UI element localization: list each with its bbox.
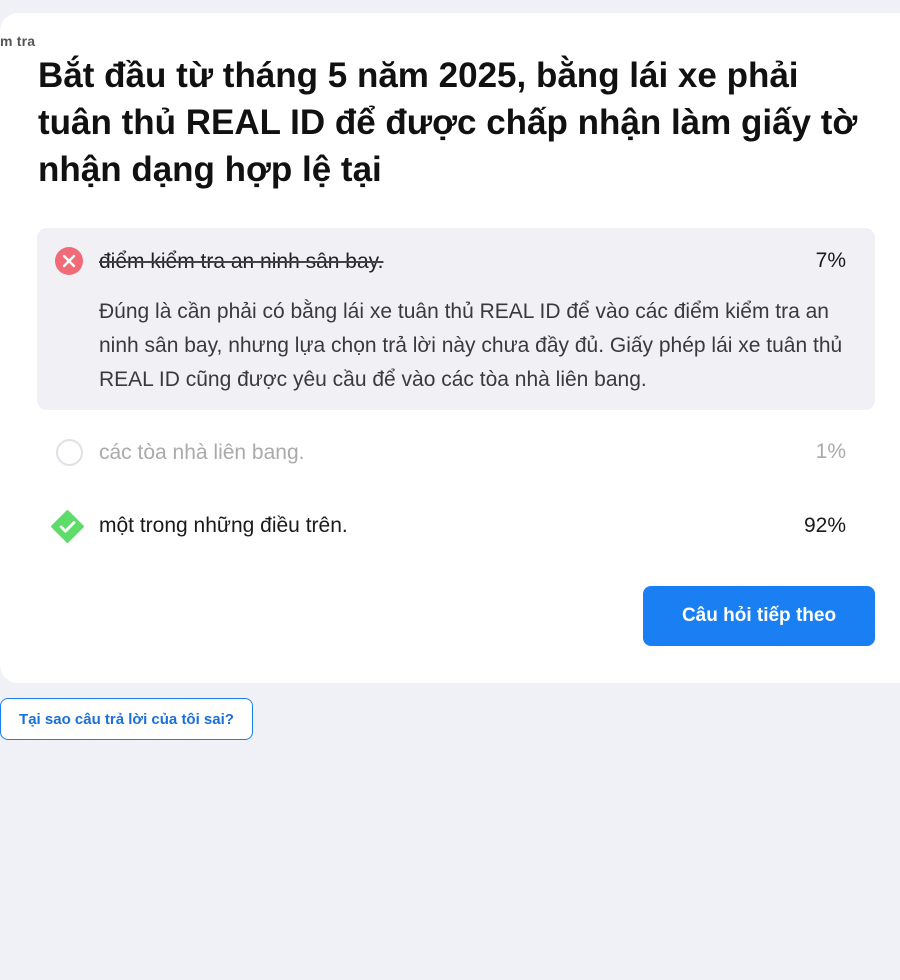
- x-circle-icon: [55, 247, 83, 275]
- answer-percent-3: 92%: [803, 514, 846, 537]
- why-wrong-button[interactable]: Tại sao câu trả lời của tôi sai?: [0, 698, 253, 740]
- answer-label-1: điểm kiểm tra an ninh sân bay.: [99, 250, 384, 273]
- check-diamond-icon: [50, 509, 85, 544]
- answer-label-3[interactable]: một trong những điều trên.: [99, 513, 348, 539]
- question-text: Bắt đầu từ tháng 5 năm 2025, bằng lái xe…: [38, 56, 858, 189]
- answer-percent-1: 7%: [815, 249, 846, 272]
- next-question-button[interactable]: Câu hỏi tiếp theo: [643, 586, 875, 646]
- answer-percent-2: 1%: [815, 440, 846, 463]
- header-label: m tra: [0, 33, 36, 49]
- answer-label-2[interactable]: các tòa nhà liên bang.: [99, 440, 305, 466]
- answer-explanation: Đúng là cần phải có bằng lái xe tuân thủ…: [99, 300, 843, 391]
- empty-circle-icon: [56, 439, 83, 466]
